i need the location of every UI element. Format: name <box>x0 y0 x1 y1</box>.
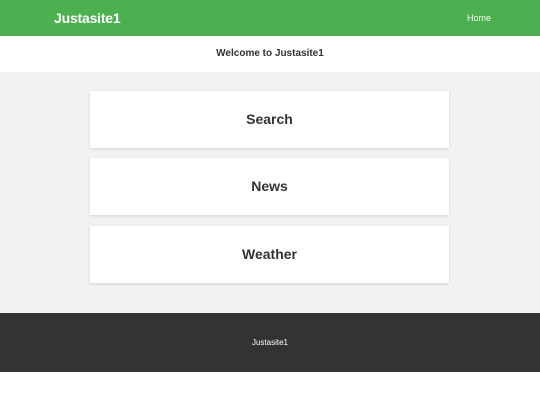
welcome-text: Welcome to Justasite1 <box>216 48 324 59</box>
navbar: Justasite1 Home <box>0 0 540 36</box>
footer: Justasite1 <box>0 313 540 372</box>
card-weather[interactable]: Weather <box>90 226 449 283</box>
card-label: News <box>251 178 288 194</box>
card-news[interactable]: News <box>90 158 449 215</box>
site-brand-link[interactable]: Justasite1 <box>54 9 121 27</box>
footer-text: Justasite1 <box>251 338 289 347</box>
card-label: Weather <box>242 246 297 262</box>
welcome-banner: Welcome to Justasite1 <box>0 36 540 72</box>
page-bottom-spacer <box>0 372 540 405</box>
main-content: Search News Weather <box>0 72 540 313</box>
card-label: Search <box>246 111 293 127</box>
card-search[interactable]: Search <box>90 91 449 148</box>
nav-link-home[interactable]: Home <box>467 11 491 25</box>
